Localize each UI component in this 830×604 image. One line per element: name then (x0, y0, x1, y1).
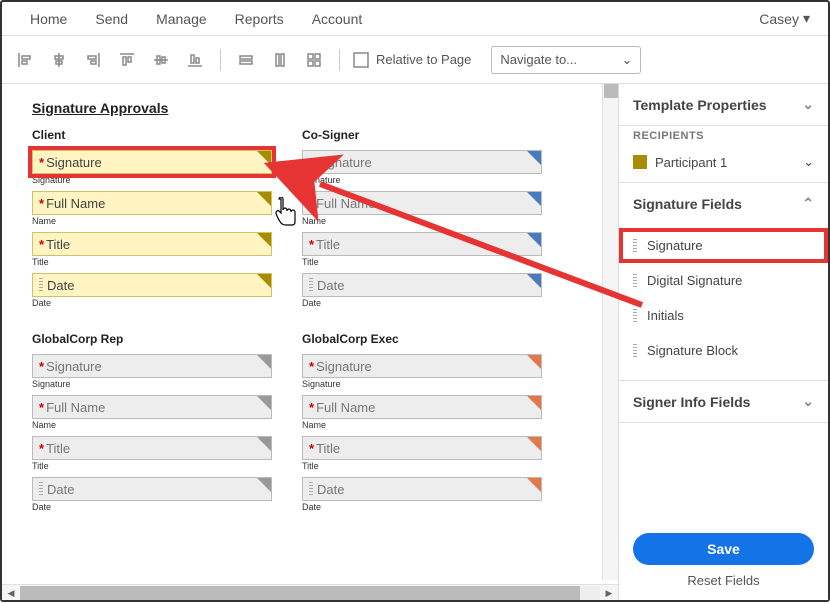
scroll-left-icon[interactable]: ◀ (3, 586, 19, 600)
save-button[interactable]: Save (633, 533, 814, 565)
match-height-icon[interactable] (267, 47, 293, 73)
field-label: Title (32, 461, 272, 471)
nav-home[interactable]: Home (16, 11, 81, 27)
field-fullname[interactable]: *Full Name (302, 395, 542, 419)
recipients-label: RECIPIENTS (619, 126, 828, 148)
reset-fields-link[interactable]: Reset Fields (633, 573, 814, 588)
right-sidebar: Template Properties ⌄ RECIPIENTS Partici… (618, 84, 828, 600)
field-title[interactable]: *Title (302, 232, 542, 256)
document-canvas: Signature Approvals Client *Signature Si… (2, 84, 618, 600)
field-fullname[interactable]: *Full Name (302, 191, 542, 215)
signer-info-fields-header[interactable]: Signer Info Fields ⌄ (619, 381, 828, 422)
block-title: GlobalCorp Rep (32, 332, 272, 346)
nav-account[interactable]: Account (298, 11, 377, 27)
field-date[interactable]: Date (302, 477, 542, 501)
chevron-down-icon: ⌄ (803, 154, 814, 170)
field-date[interactable]: Date (32, 273, 272, 297)
user-menu[interactable]: Casey ▾ (759, 10, 814, 27)
field-label: Signature (32, 175, 272, 185)
block-globalcorp-exec: GlobalCorp Exec *Signature Signature *Fu… (302, 332, 542, 512)
scroll-right-icon[interactable]: ▶ (601, 586, 617, 600)
chevron-down-icon: ⌄ (802, 96, 814, 113)
field-signature[interactable]: *Signature (32, 150, 272, 174)
block-client: Client *Signature Signature *Full Name N… (32, 128, 272, 308)
field-label: Name (32, 216, 272, 226)
nav-reports[interactable]: Reports (221, 11, 298, 27)
block-cosigner: Co-Signer *Signature Signature *Full Nam… (302, 128, 542, 308)
navigate-to-select[interactable]: Navigate to... ⌄ (491, 46, 641, 74)
align-top-icon[interactable] (114, 47, 140, 73)
recipient-swatch-icon (633, 155, 647, 169)
field-fullname[interactable]: *Full Name (32, 191, 272, 215)
field-type-initials[interactable]: Initials (619, 298, 828, 333)
field-label: Title (32, 257, 272, 267)
align-left-icon[interactable] (12, 47, 38, 73)
checkbox-empty-icon (352, 51, 370, 69)
align-bottom-icon[interactable] (182, 47, 208, 73)
field-label: Date (32, 298, 272, 308)
horizontal-scrollbar[interactable]: ◀ ▶ (2, 584, 618, 600)
alignment-toolbar: Relative to Page Navigate to... ⌄ (2, 36, 828, 84)
field-title[interactable]: *Title (32, 232, 272, 256)
caret-down-icon: ▾ (803, 10, 810, 27)
field-label: Name (302, 420, 542, 430)
chevron-up-icon: ⌃ (802, 195, 814, 212)
field-label: Date (302, 502, 542, 512)
align-center-h-icon[interactable] (46, 47, 72, 73)
field-label: Signature (32, 379, 272, 389)
nav-manage[interactable]: Manage (142, 11, 221, 27)
field-title[interactable]: *Title (302, 436, 542, 460)
field-type-signature[interactable]: Signature (619, 228, 828, 263)
block-globalcorp-rep: GlobalCorp Rep *Signature Signature *Ful… (32, 332, 272, 512)
field-signature[interactable]: *Signature (302, 354, 542, 378)
template-properties-header[interactable]: Template Properties ⌄ (619, 84, 828, 125)
match-width-icon[interactable] (233, 47, 259, 73)
field-label: Title (302, 461, 542, 471)
match-both-icon[interactable] (301, 47, 327, 73)
signature-fields-header[interactable]: Signature Fields ⌃ (619, 183, 828, 224)
field-label: Name (32, 420, 272, 430)
chevron-down-icon: ⌄ (802, 393, 814, 410)
field-date[interactable]: Date (32, 477, 272, 501)
field-label: Date (32, 502, 272, 512)
field-label: Date (302, 298, 542, 308)
top-nav: Home Send Manage Reports Account Casey ▾ (2, 2, 828, 36)
field-type-digital-signature[interactable]: Digital Signature (619, 263, 828, 298)
field-label: Signature (302, 379, 542, 389)
align-center-v-icon[interactable] (148, 47, 174, 73)
align-right-icon[interactable] (80, 47, 106, 73)
field-label: Name (302, 216, 542, 226)
nav-send[interactable]: Send (81, 11, 142, 27)
field-date[interactable]: Date (302, 273, 542, 297)
document-title: Signature Approvals (32, 100, 588, 116)
relative-to-page-toggle[interactable]: Relative to Page (352, 51, 471, 69)
vertical-scrollbar[interactable] (602, 84, 618, 580)
recipient-participant-1[interactable]: Participant 1 ⌄ (619, 148, 828, 182)
field-signature[interactable]: *Signature (302, 150, 542, 174)
field-fullname[interactable]: *Full Name (32, 395, 272, 419)
field-signature[interactable]: *Signature (32, 354, 272, 378)
field-label: Signature (302, 175, 542, 185)
field-type-signature-block[interactable]: Signature Block (619, 333, 828, 368)
block-title: Co-Signer (302, 128, 542, 142)
field-label: Title (302, 257, 542, 267)
field-title[interactable]: *Title (32, 436, 272, 460)
block-title: Client (32, 128, 272, 142)
block-title: GlobalCorp Exec (302, 332, 542, 346)
chevron-down-icon: ⌄ (622, 52, 633, 68)
